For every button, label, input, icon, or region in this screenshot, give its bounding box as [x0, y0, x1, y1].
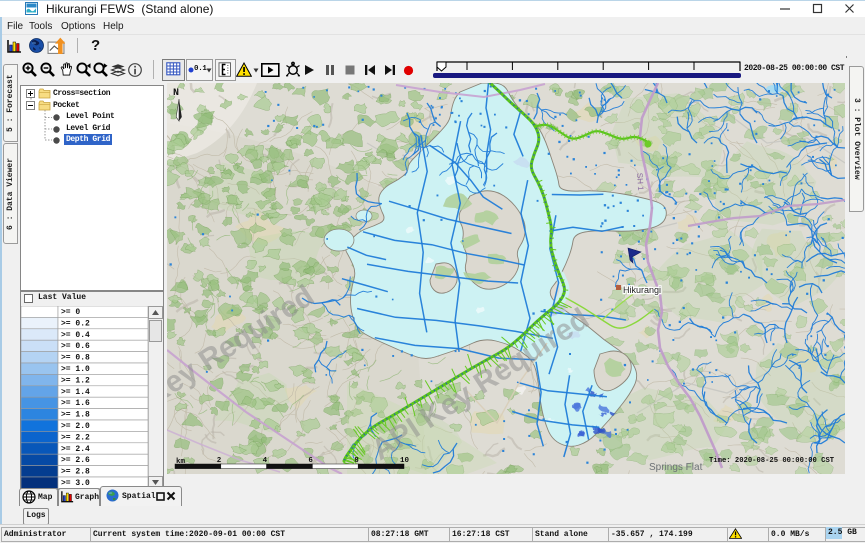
svg-text:>= 2.8: >= 2.8 [61, 468, 90, 477]
svg-text:Time: 2020-08-25 00:00:00 CST: Time: 2020-08-25 00:00:00 CST [709, 457, 835, 465]
svg-text:>= 1.8: >= 1.8 [61, 411, 90, 420]
svg-text:>= 2.6: >= 2.6 [61, 456, 90, 465]
svg-text:>= 0.6: >= 0.6 [61, 342, 90, 351]
svg-text:>= 2.0: >= 2.0 [61, 422, 90, 431]
svg-text:>= 3.0: >= 3.0 [61, 479, 90, 488]
svg-text:SH 1: SH 1 [635, 173, 645, 192]
svg-text:>= 1.6: >= 1.6 [61, 399, 90, 408]
svg-text:>= 0.8: >= 0.8 [61, 354, 90, 363]
svg-text:>= 2.4: >= 2.4 [61, 445, 90, 454]
svg-text:N: N [173, 88, 179, 99]
svg-text:8: 8 [354, 457, 359, 465]
svg-text:>= 2.2: >= 2.2 [61, 433, 90, 442]
svg-text:2: 2 [217, 457, 222, 465]
svg-text:>= 1.2: >= 1.2 [61, 376, 90, 385]
svg-text:4: 4 [263, 457, 268, 465]
svg-text:6: 6 [308, 457, 313, 465]
svg-text:10: 10 [400, 457, 410, 465]
svg-text:>= 0: >= 0 [61, 308, 80, 317]
svg-text:>= 1.4: >= 1.4 [61, 388, 90, 397]
svg-text:>= 1.0: >= 1.0 [61, 365, 90, 374]
svg-text:Hikurangi: Hikurangi [623, 285, 661, 295]
svg-text:>= 0.4: >= 0.4 [61, 331, 90, 340]
svg-text:>= 0.2: >= 0.2 [61, 319, 90, 328]
svg-text:Springs Flat: Springs Flat [649, 462, 703, 473]
